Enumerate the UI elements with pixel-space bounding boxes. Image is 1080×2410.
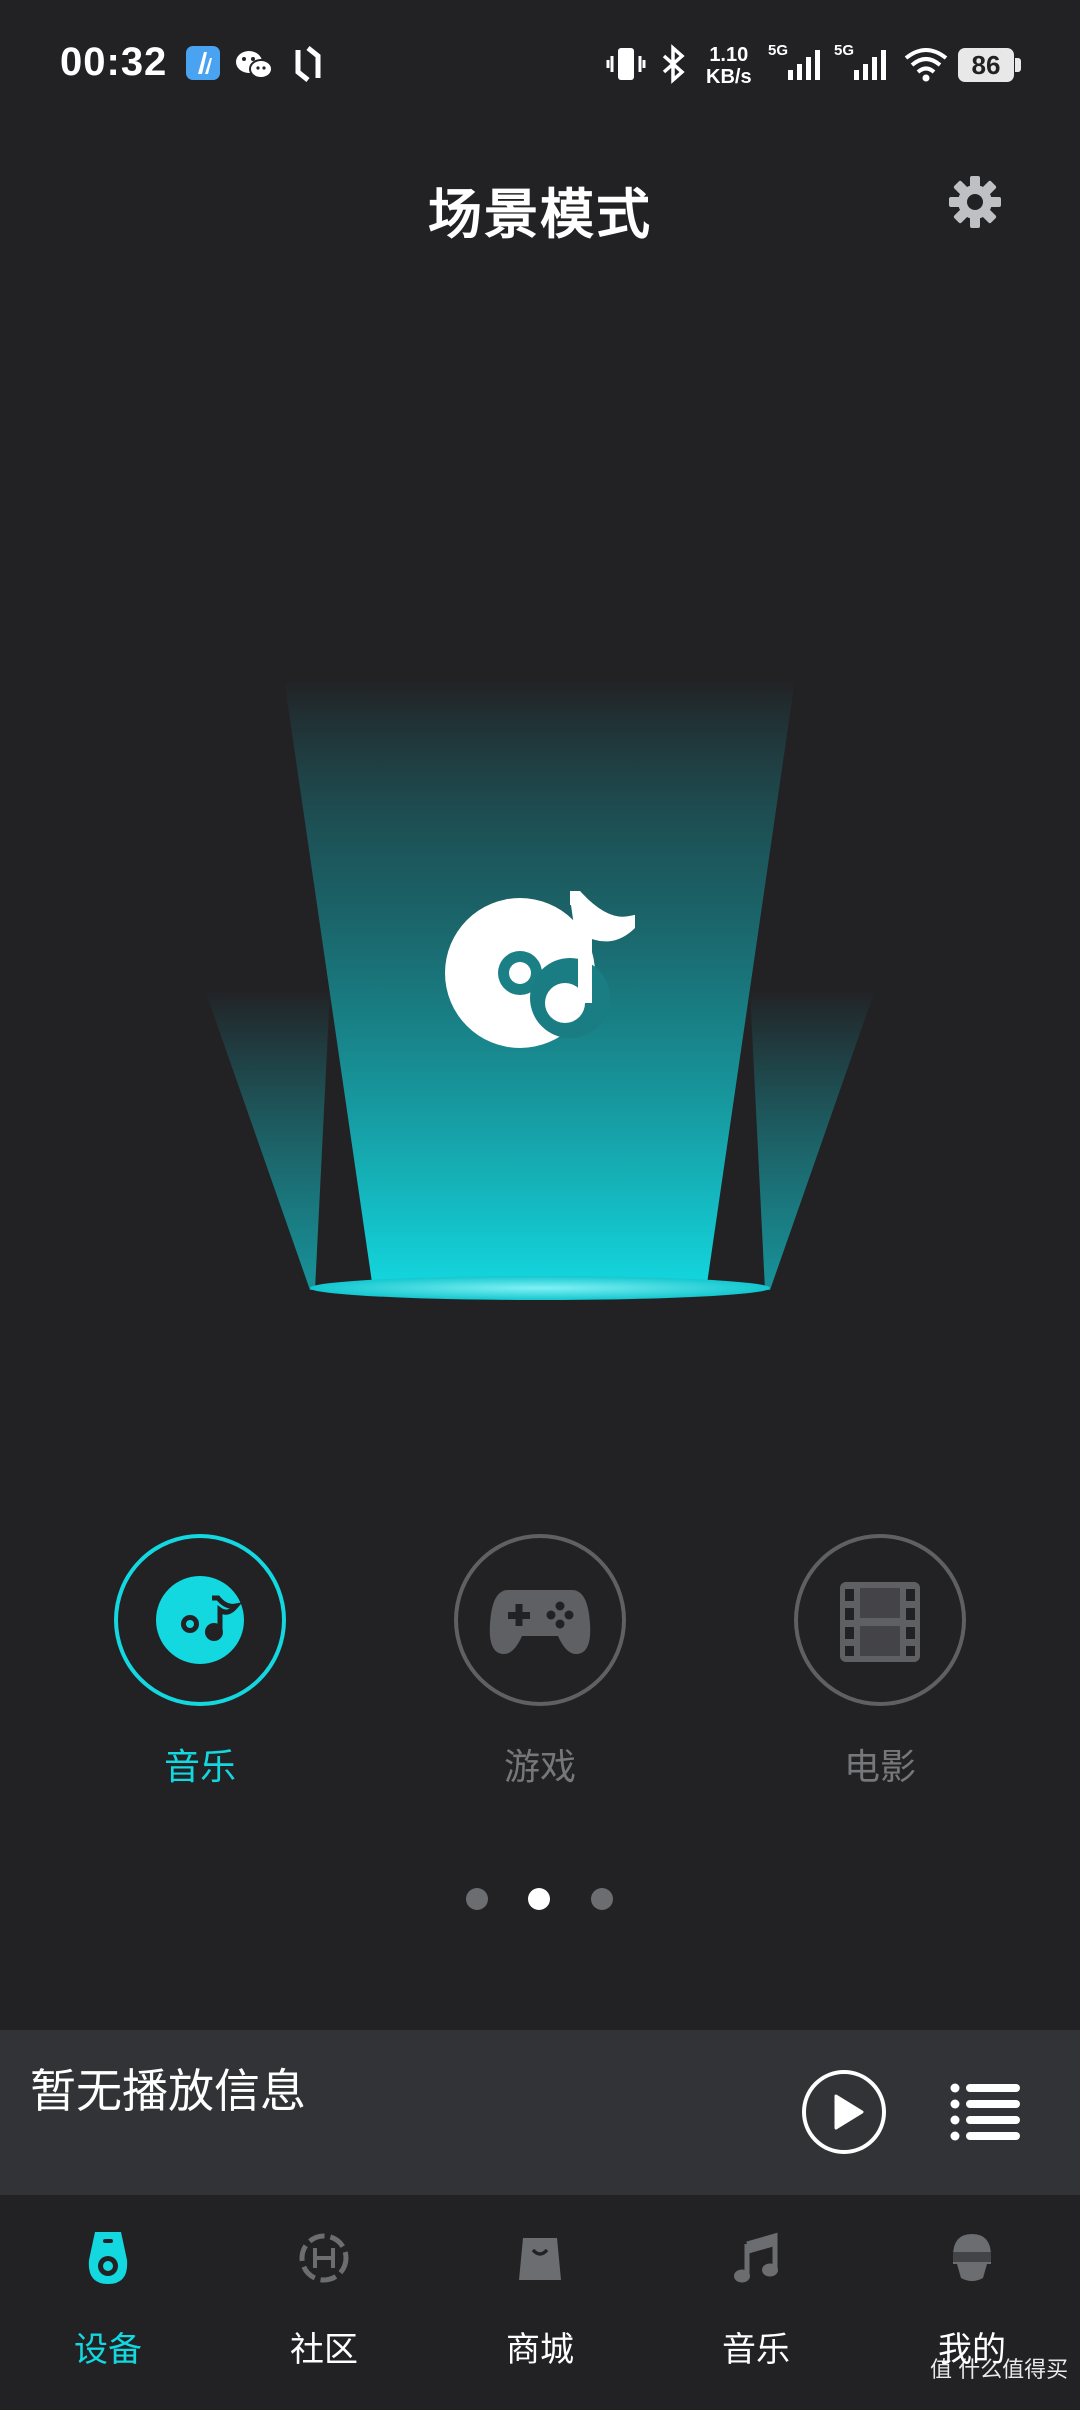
page-title: 场景模式 xyxy=(428,185,652,245)
status-time: 00:32 xyxy=(60,40,168,84)
nav-music[interactable]: 音乐 xyxy=(648,2230,864,2410)
sync-app-icon xyxy=(295,46,321,82)
mode-game-button[interactable] xyxy=(454,1534,626,1706)
now-playing-text: 暂无播放信息 xyxy=(30,2065,306,2117)
nav-music-label: 音乐 xyxy=(722,2331,790,2369)
signal-icon xyxy=(788,50,820,80)
profile-helmet-icon xyxy=(953,2234,991,2281)
network-speed-unit: KB/s xyxy=(706,66,752,88)
signal-2-icon xyxy=(854,50,886,80)
wechat-icon xyxy=(236,51,273,79)
network-speed: 1.10 KB/s xyxy=(706,44,752,88)
wifi-icon xyxy=(904,48,948,82)
network-speed-value: 1.10 xyxy=(709,44,749,66)
battery-level: 86 xyxy=(958,48,1014,82)
settings-gear-icon[interactable] xyxy=(945,172,1005,232)
shopping-bag-icon xyxy=(519,2238,561,2280)
speaker-icon xyxy=(88,2232,128,2284)
nav-device[interactable]: 设备 xyxy=(0,2230,216,2410)
hero-music-disc-icon xyxy=(445,891,635,1048)
app-notification-icon xyxy=(186,46,220,80)
playlist-icon[interactable] xyxy=(950,2080,1022,2144)
nav-shop-label: 商城 xyxy=(506,2331,574,2369)
mode-movie-label[interactable]: 电影 xyxy=(750,1738,1010,1790)
bluetooth-icon xyxy=(662,44,685,84)
nav-community[interactable]: 社区 xyxy=(216,2230,432,2410)
play-button[interactable] xyxy=(802,2070,886,2154)
community-icon xyxy=(299,2233,349,2283)
play-icon xyxy=(834,2094,864,2130)
pager-dot-3[interactable] xyxy=(591,1888,613,1910)
mode-movie-button[interactable] xyxy=(794,1534,966,1706)
watermark: 值 什么值得买 xyxy=(930,2357,1069,2382)
nav-shop[interactable]: 商城 xyxy=(432,2230,648,2410)
nav-device-label: 设备 xyxy=(74,2331,142,2369)
music-disc-icon xyxy=(156,1576,244,1664)
film-icon xyxy=(840,1582,920,1662)
pager-dot-2[interactable] xyxy=(528,1888,550,1910)
nav-community-label: 社区 xyxy=(290,2331,358,2369)
pager-dot-1[interactable] xyxy=(466,1888,488,1910)
mode-music-label[interactable]: 音乐 xyxy=(70,1738,330,1790)
mode-music-button[interactable] xyxy=(114,1534,286,1706)
vibrate-icon xyxy=(606,48,646,80)
music-note-icon xyxy=(734,2232,778,2283)
gamepad-icon xyxy=(489,1590,591,1654)
mode-game-label[interactable]: 游戏 xyxy=(410,1738,670,1790)
battery-tip xyxy=(1015,58,1021,72)
